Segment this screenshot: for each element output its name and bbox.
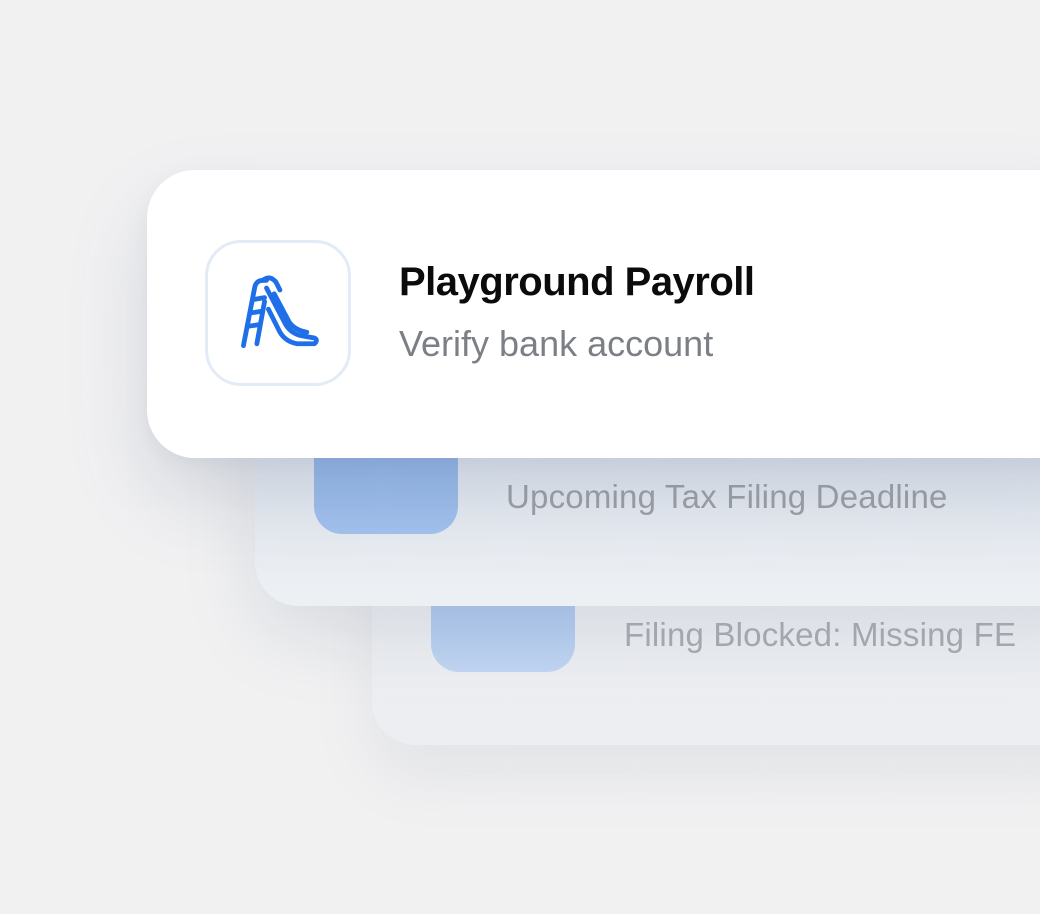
notification-subtitle: Upcoming Tax Filing Deadline: [506, 478, 948, 515]
notification-subtitle: Filing Blocked: Missing FE: [624, 616, 1017, 653]
notification-stack: Filing Blocked: Missing FE Upcoming Tax …: [0, 0, 1040, 914]
notification-card-verify-bank[interactable]: Playground Payroll Verify bank account: [147, 170, 1040, 458]
notification-subtitle: Verify bank account: [399, 323, 714, 364]
notification-title: Playground Payroll: [399, 260, 755, 304]
app-icon-tile: [205, 240, 351, 386]
playground-slide-icon: [241, 275, 319, 349]
notification-app-icon: [314, 456, 458, 534]
